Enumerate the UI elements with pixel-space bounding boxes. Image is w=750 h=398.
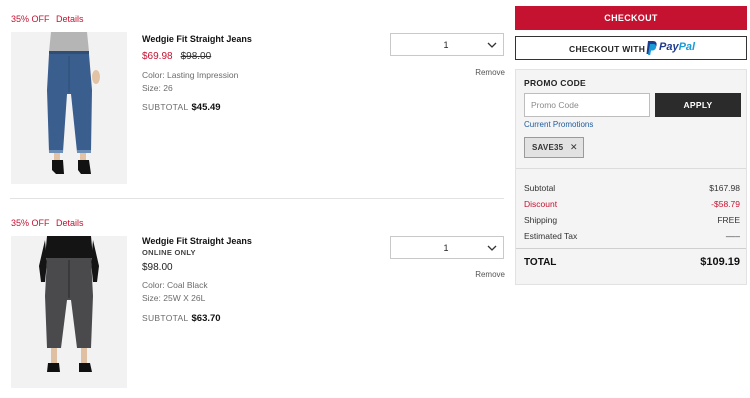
details-link[interactable]: Details bbox=[56, 218, 84, 228]
item-subtotal-label: SUBTOTAL bbox=[142, 102, 189, 112]
item-divider bbox=[10, 198, 504, 199]
paypal-wordmark: PayPal bbox=[659, 41, 696, 53]
summary-divider bbox=[516, 168, 746, 169]
chevron-down-icon bbox=[486, 38, 498, 56]
applied-promo-chip[interactable]: SAVE35 ✕ bbox=[524, 137, 584, 158]
promo-code-input[interactable] bbox=[524, 93, 650, 117]
quantity-select[interactable]: 1 bbox=[390, 236, 504, 259]
discount-line: 35% OFF Details bbox=[11, 14, 84, 24]
apply-button[interactable]: APPLY bbox=[655, 93, 741, 117]
product-price: $69.98 $98.00 bbox=[142, 51, 211, 62]
total-divider bbox=[516, 248, 746, 249]
paypal-checkout-button[interactable]: CHECKOUT WITH PayPal bbox=[515, 36, 747, 60]
paypal-logo-icon bbox=[646, 41, 657, 60]
item-subtotal-value: $63.70 bbox=[191, 313, 221, 324]
item-subtotal: SUBTOTAL $63.70 bbox=[142, 313, 221, 324]
discount-badge: 35% OFF bbox=[11, 14, 50, 24]
paypal-checkout-label: CHECKOUT WITH bbox=[569, 44, 646, 54]
regular-price: $98.00 bbox=[142, 262, 173, 273]
checkout-button[interactable]: CHECKOUT bbox=[515, 6, 747, 30]
discount-value: -$58.79 bbox=[711, 199, 740, 209]
discount-label: Discount bbox=[524, 199, 558, 209]
shipping-label: Shipping bbox=[524, 215, 558, 225]
quantity-select[interactable]: 1 bbox=[390, 33, 504, 56]
online-only-badge: ONLINE ONLY bbox=[142, 248, 196, 257]
close-icon[interactable]: ✕ bbox=[570, 142, 578, 153]
subtotal-label: Subtotal bbox=[524, 183, 556, 193]
product-image[interactable] bbox=[11, 32, 127, 184]
details-link[interactable]: Details bbox=[56, 14, 84, 24]
order-summary-panel: PROMO CODE APPLY Current Promotions SAVE… bbox=[515, 69, 747, 285]
subtotal-value: $167.98 bbox=[709, 183, 740, 193]
cart-item: 35% OFF Details Wedgie Fit Straight Jean bbox=[0, 0, 505, 199]
item-subtotal: SUBTOTAL $45.49 bbox=[142, 102, 221, 113]
product-price: $98.00 bbox=[142, 262, 173, 273]
item-subtotal-label: SUBTOTAL bbox=[142, 313, 189, 323]
discount-line: 35% OFF Details bbox=[11, 218, 84, 228]
jeans-product-photo-icon bbox=[11, 32, 127, 184]
quantity-value: 1 bbox=[443, 243, 449, 253]
item-subtotal-value: $45.49 bbox=[191, 102, 221, 113]
product-color: Color: Coal Black bbox=[142, 280, 208, 290]
shipping-value: FREE bbox=[717, 215, 740, 225]
chevron-down-icon bbox=[486, 241, 498, 259]
product-name[interactable]: Wedgie Fit Straight Jeans bbox=[142, 34, 252, 44]
product-image[interactable] bbox=[11, 236, 127, 388]
total-value: $109.19 bbox=[700, 256, 740, 268]
original-price: $98.00 bbox=[180, 51, 212, 62]
applied-promo-code: SAVE35 bbox=[532, 143, 564, 152]
current-promotions-link[interactable]: Current Promotions bbox=[524, 120, 593, 129]
product-color: Color: Lasting Impression bbox=[142, 70, 239, 80]
quantity-value: 1 bbox=[443, 40, 449, 50]
product-name[interactable]: Wedgie Fit Straight Jeans bbox=[142, 236, 252, 246]
cart-item: 35% OFF Details Wedgie Fit Straight Jean… bbox=[0, 205, 505, 398]
total-label: TOTAL bbox=[524, 257, 557, 268]
promo-code-title: PROMO CODE bbox=[524, 78, 587, 88]
product-size: Size: 25W X 26L bbox=[142, 293, 206, 303]
remove-link[interactable]: Remove bbox=[470, 68, 505, 77]
jeans-product-photo-icon bbox=[11, 236, 127, 388]
product-size: Size: 26 bbox=[142, 83, 173, 93]
discount-badge: 35% OFF bbox=[11, 218, 50, 228]
estimated-tax-value: ––– bbox=[725, 231, 740, 241]
sale-price: $69.98 bbox=[142, 51, 173, 62]
estimated-tax-label: Estimated Tax bbox=[524, 231, 578, 241]
remove-link[interactable]: Remove bbox=[470, 270, 505, 279]
